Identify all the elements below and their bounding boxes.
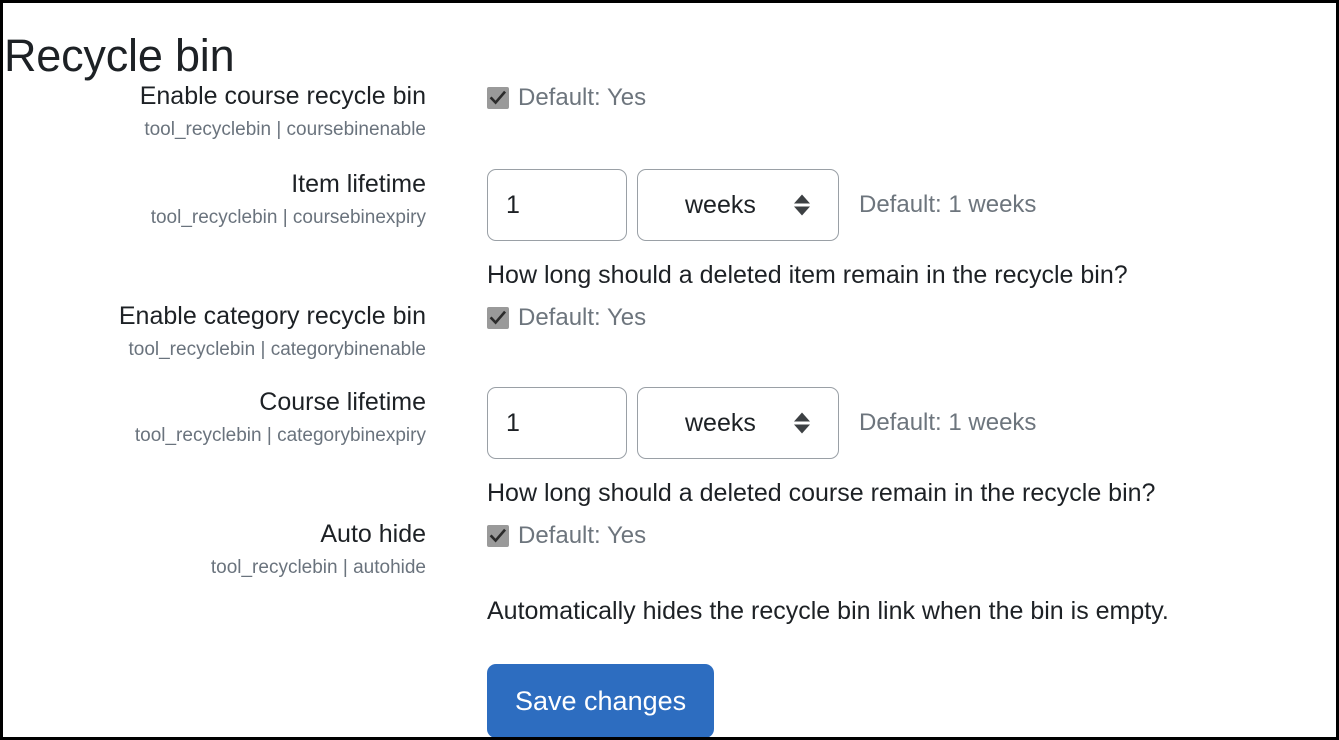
setting-name: Auto hide [320, 520, 426, 548]
setting-row-categorybinenable: Enable category recycle bin tool_recycle… [3, 301, 1336, 363]
check-icon [489, 310, 507, 325]
check-icon [489, 90, 507, 105]
checkbox-line: Default: Yes [487, 301, 1336, 335]
setting-name: Item lifetime [291, 170, 426, 198]
check-icon [489, 528, 507, 543]
setting-label-column: Enable course recycle bin tool_recyclebi… [3, 81, 426, 143]
checkbox-line: Default: Yes [487, 81, 1336, 115]
checkbox-autohide[interactable] [487, 525, 509, 547]
course-lifetime-unit-select[interactable]: weeks [637, 387, 839, 459]
unit-select-value: weeks [685, 408, 756, 437]
setting-key: tool_recyclebin | autohide [210, 557, 426, 578]
form-actions: Save changes [487, 664, 715, 737]
settings-page: Recycle bin Enable course recycle bin to… [0, 0, 1339, 740]
setting-key: tool_recyclebin | coursebinexpiry [150, 207, 426, 228]
setting-row-categorybinexpiry: Course lifetime tool_recyclebin | catego… [3, 387, 1336, 509]
default-value-text: Default: 1 weeks [859, 191, 1037, 218]
setting-control-column: Default: Yes [426, 81, 1336, 115]
default-value-text: Default: Yes [518, 522, 647, 549]
chevron-updown-icon [794, 412, 810, 434]
setting-key: tool_recyclebin | coursebinenable [144, 119, 426, 140]
setting-description: Automatically hides the recycle bin link… [487, 597, 1169, 625]
unit-select-value: weeks [685, 190, 756, 219]
item-lifetime-number-input[interactable] [487, 169, 627, 241]
checkbox-coursebinenable[interactable] [487, 87, 509, 109]
setting-key: tool_recyclebin | categorybinenable [128, 339, 426, 360]
course-lifetime-number-input[interactable] [487, 387, 627, 459]
setting-label-column: Auto hide tool_recyclebin | autohide [3, 519, 426, 581]
page-title: Recycle bin [4, 30, 235, 82]
setting-control-column: Default: Yes Automatically hides the rec… [426, 519, 1336, 627]
chevron-updown-icon [794, 194, 810, 216]
setting-row-coursebinexpiry: Item lifetime tool_recyclebin | coursebi… [3, 169, 1336, 291]
default-value-text: Default: Yes [518, 84, 647, 111]
checkbox-line: Default: Yes [487, 519, 1336, 553]
setting-control-column: weeks Default: 1 weeks How long should a… [426, 169, 1336, 291]
item-lifetime-unit-select[interactable]: weeks [637, 169, 839, 241]
default-value-text: Default: Yes [518, 304, 647, 331]
setting-label-column: Course lifetime tool_recyclebin | catego… [3, 387, 426, 449]
setting-row-coursebinenable: Enable course recycle bin tool_recyclebi… [3, 81, 1336, 143]
duration-line: weeks Default: 1 weeks [487, 387, 1336, 459]
setting-description: How long should a deleted course remain … [487, 479, 1156, 507]
checkbox-categorybinenable[interactable] [487, 307, 509, 329]
setting-row-autohide: Auto hide tool_recyclebin | autohide Def… [3, 519, 1336, 627]
duration-line: weeks Default: 1 weeks [487, 169, 1336, 241]
default-value-text: Default: 1 weeks [859, 409, 1037, 436]
setting-name: Enable category recycle bin [118, 302, 426, 330]
setting-label-column: Enable category recycle bin tool_recycle… [3, 301, 426, 363]
setting-key: tool_recyclebin | categorybinexpiry [134, 425, 426, 446]
setting-control-column: weeks Default: 1 weeks How long should a… [426, 387, 1336, 509]
setting-control-column: Default: Yes [426, 301, 1336, 335]
setting-label-column: Item lifetime tool_recyclebin | coursebi… [3, 169, 426, 231]
setting-name: Course lifetime [259, 388, 426, 416]
setting-description: How long should a deleted item remain in… [487, 261, 1128, 289]
save-changes-button[interactable]: Save changes [487, 664, 715, 737]
setting-name: Enable course recycle bin [139, 82, 426, 110]
